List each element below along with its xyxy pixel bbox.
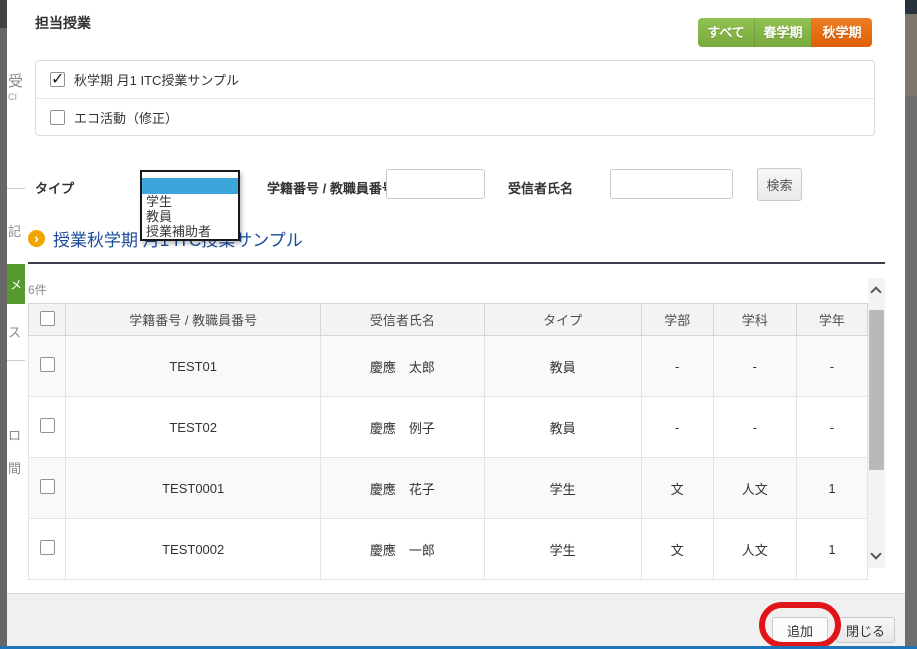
table-row: TEST02 慶應 例子 教員 - - - (29, 397, 868, 458)
cell-id: TEST01 (66, 336, 321, 397)
bg-fragment: CI (8, 92, 17, 102)
cell-faculty: 文 (641, 519, 713, 580)
name-filter-label: 受信者氏名 (508, 178, 573, 197)
column-header-name: 受信者氏名 (321, 304, 484, 336)
cell-name: 慶應 花子 (321, 458, 484, 519)
filter-button-all[interactable]: すべて (698, 18, 755, 47)
cell-year: - (796, 336, 867, 397)
select-all-checkbox[interactable] (40, 311, 55, 326)
page-scrollbar[interactable] (905, 0, 917, 649)
column-header-type: タイプ (484, 304, 641, 336)
bg-divider (7, 360, 25, 361)
id-filter-input[interactable] (386, 169, 485, 199)
column-header-department: 学科 (713, 304, 796, 336)
type-dropdown-open[interactable]: 学生 教員 授業補助者 (140, 170, 240, 241)
filter-button-spring[interactable]: 春学期 (755, 18, 812, 47)
row-checkbox[interactable] (40, 479, 55, 494)
cell-faculty: - (641, 397, 713, 458)
column-header-id: 学籍番号 / 教職員番号 (66, 304, 321, 336)
cell-faculty: 文 (641, 458, 713, 519)
cell-id: TEST0002 (66, 519, 321, 580)
cell-type: 教員 (484, 397, 641, 458)
cell-department: - (713, 397, 796, 458)
search-button[interactable]: 検索 (757, 168, 802, 201)
modal-dialog: 受 CI 記 メ ス ロ 間 担当授業 すべて 春学期 秋学期 秋学期 月1 I… (0, 0, 917, 649)
section-divider (28, 262, 885, 264)
page-scrollbar-thumb[interactable] (905, 14, 917, 96)
table-row: TEST0001 慶應 花子 学生 文 人文 1 (29, 458, 868, 519)
class-label: エコ活動（修正） (74, 108, 178, 127)
row-checkbox[interactable] (40, 357, 55, 372)
modal-title: 担当授業 (35, 13, 91, 33)
cell-type: 教員 (484, 336, 641, 397)
class-list-item[interactable]: 秋学期 月1 ITC授業サンプル (36, 61, 874, 98)
row-checkbox-cell (29, 519, 66, 580)
cell-type: 学生 (484, 519, 641, 580)
bg-fragment: ス (8, 322, 21, 341)
scroll-down-icon[interactable] (870, 548, 881, 559)
checkbox-checked[interactable] (50, 72, 65, 87)
cell-year: 1 (796, 458, 867, 519)
cell-id: TEST02 (66, 397, 321, 458)
column-header-year: 学年 (796, 304, 867, 336)
class-label: 秋学期 月1 ITC授業サンプル (74, 70, 239, 89)
bg-fragment: ロ (8, 425, 21, 444)
bg-sidebar-tab: メ (7, 264, 25, 304)
bg-fragment: 記 (8, 221, 21, 240)
result-count: 6件 (28, 281, 47, 298)
cell-year: - (796, 397, 867, 458)
id-filter-label: 学籍番号 / 教職員番号 (267, 178, 395, 197)
dropdown-option-assistant[interactable]: 授業補助者 (142, 224, 238, 239)
class-list-item[interactable]: エコ活動（修正） (36, 98, 874, 135)
cell-type: 学生 (484, 458, 641, 519)
row-checkbox[interactable] (40, 418, 55, 433)
bg-fragment: 受 (8, 70, 23, 91)
scrollbar-thumb[interactable] (869, 310, 884, 470)
cell-department: 人文 (713, 458, 796, 519)
cell-faculty: - (641, 336, 713, 397)
row-checkbox-cell (29, 458, 66, 519)
cell-year: 1 (796, 519, 867, 580)
name-filter-input[interactable] (610, 169, 733, 199)
modal-footer (7, 593, 905, 646)
table-row: TEST0002 慶應 一郎 学生 文 人文 1 (29, 519, 868, 580)
column-header-faculty: 学部 (641, 304, 713, 336)
select-all-cell (29, 304, 66, 336)
dropdown-option-student[interactable]: 学生 (142, 194, 238, 209)
chevron-circle-icon (28, 230, 45, 247)
close-button[interactable]: 閉じる (836, 617, 895, 643)
recipients-table: 学籍番号 / 教職員番号 受信者氏名 タイプ 学部 学科 学年 TEST01 慶… (28, 303, 868, 580)
add-button[interactable]: 追加 (772, 617, 828, 643)
bg-fragment: 間 (8, 458, 21, 477)
type-filter-label: タイプ (35, 178, 74, 197)
cell-department: 人文 (713, 519, 796, 580)
left-edge-strip-top (0, 0, 7, 28)
background-page-sliver: 受 CI 記 メ ス ロ 間 (7, 0, 25, 593)
table-header-row: 学籍番号 / 教職員番号 受信者氏名 タイプ 学部 学科 学年 (29, 304, 868, 336)
table-scrollbar[interactable] (868, 278, 885, 568)
class-list: 秋学期 月1 ITC授業サンプル エコ活動（修正） (35, 60, 875, 136)
checkbox-unchecked[interactable] (50, 110, 65, 125)
semester-filter-group: すべて 春学期 秋学期 (698, 18, 872, 47)
bg-fragment: メ (10, 276, 22, 293)
dropdown-option-teacher[interactable]: 教員 (142, 209, 238, 224)
scroll-up-icon[interactable] (870, 286, 881, 297)
table-row: TEST01 慶應 太郎 教員 - - - (29, 336, 868, 397)
bg-divider (7, 188, 25, 189)
cell-name: 慶應 太郎 (321, 336, 484, 397)
row-checkbox[interactable] (40, 540, 55, 555)
row-checkbox-cell (29, 397, 66, 458)
cell-department: - (713, 336, 796, 397)
cell-name: 慶應 一郎 (321, 519, 484, 580)
left-edge-strip (0, 0, 7, 649)
cell-id: TEST0001 (66, 458, 321, 519)
page-scrollbar-top (905, 0, 917, 14)
filter-button-fall[interactable]: 秋学期 (812, 18, 872, 47)
cell-name: 慶應 例子 (321, 397, 484, 458)
row-checkbox-cell (29, 336, 66, 397)
dropdown-option-blank-selected[interactable] (142, 178, 238, 194)
